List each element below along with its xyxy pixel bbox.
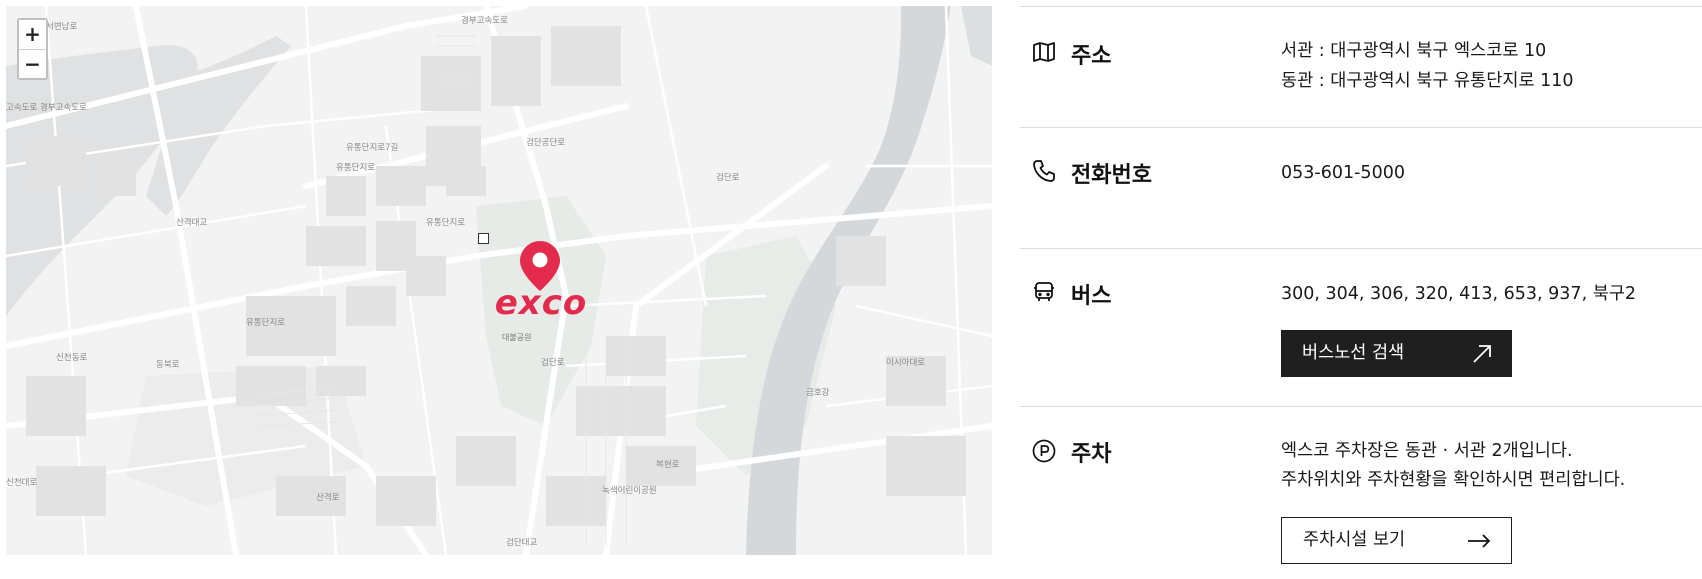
parking-row: 주차 엑스코 주차장은 동관 · 서관 2개입니다. 주차위치와 주차현황을 확… [1020,406,1702,579]
bus-row: 버스 300, 304, 306, 320, 413, 653, 937, 북구… [1020,248,1702,406]
phone-row: 전화번호 053-601-5000 [1020,127,1702,248]
road-label: 동북로 [156,360,180,370]
bus-route-search-label: 버스노선 검색 [1302,343,1405,363]
road-label: 유통단지로 [246,318,286,328]
bus-icon [1032,280,1056,304]
road-label: 검단대교 [506,538,538,548]
road-label: 산격대교 [176,218,208,228]
address-label: 주소 [1071,44,1112,69]
zoom-control: + − [17,18,48,80]
parking-info-line2: 주차위치와 주차현황을 확인하시면 편리합니다. [1281,470,1626,490]
parking-info-line1: 엑스코 주차장은 동관 · 서관 2개입니다. [1281,441,1573,461]
road-label: 경부고속도로 [461,16,508,26]
parking-facility-button[interactable]: 주차시설 보기 [1281,517,1512,564]
bus-route-search-button[interactable]: 버스노선 검색 [1281,330,1512,377]
parking-icon [1032,439,1056,463]
road-label: 유통단지로7길 [346,143,399,153]
road-label: 검단로 [541,358,565,368]
external-arrow-icon [1473,344,1491,363]
bus-routes: 300, 304, 306, 320, 413, 653, 937, 북구2 [1281,284,1637,304]
zoom-in-button[interactable]: + [19,20,46,49]
address-row: 주소 서관 : 대구광역시 북구 엑스코로 10 동관 : 대구광역시 북구 유… [1020,6,1702,127]
road-label: 금호강 [806,388,830,398]
road-label: 녹색어린이공원 [602,486,657,496]
road-label: 검단공단로 [526,138,566,148]
zoom-out-button[interactable]: − [19,49,46,78]
address-east: 동관 : 대구광역시 북구 유통단지로 110 [1281,71,1574,91]
map-tiles [6,6,992,555]
road-label: 고속도로 경부고속도로 [6,103,87,113]
road-label: 유통단지로 [336,163,376,173]
phone-number[interactable]: 053-601-5000 [1281,158,1405,188]
road-label: 검단로 [716,173,740,183]
parking-label: 주차 [1071,442,1112,467]
road-label: 서변남로 [46,22,78,32]
address-west: 서관 : 대구광역시 북구 엑스코로 10 [1281,41,1547,61]
map-icon [1032,40,1056,64]
parking-facility-label: 주차시설 보기 [1303,530,1406,550]
road-label: 신천대로 [6,478,38,488]
location-map[interactable]: 서변남로 경부고속도로 고속도로 경부고속도로 유통단지로 유통단지로7길 유통… [6,6,992,555]
exco-logo: exco [494,283,588,323]
location-info-panel: 주소 서관 : 대구광역시 북구 엑스코로 10 동관 : 대구광역시 북구 유… [1020,0,1702,579]
road-label: 이시아대로 [886,358,926,368]
road-label: 산격로 [316,493,340,503]
bus-label: 버스 [1071,284,1112,309]
road-label: 신천동로 [56,353,88,363]
map-point-marker[interactable] [478,233,489,244]
arrow-right-icon [1468,533,1491,548]
road-label: 복현로 [656,460,680,470]
road-label: 유통단지로 [426,218,466,228]
park-label: 대불공원 [502,333,532,342]
phone-label: 전화번호 [1071,163,1152,188]
phone-icon [1032,159,1056,183]
